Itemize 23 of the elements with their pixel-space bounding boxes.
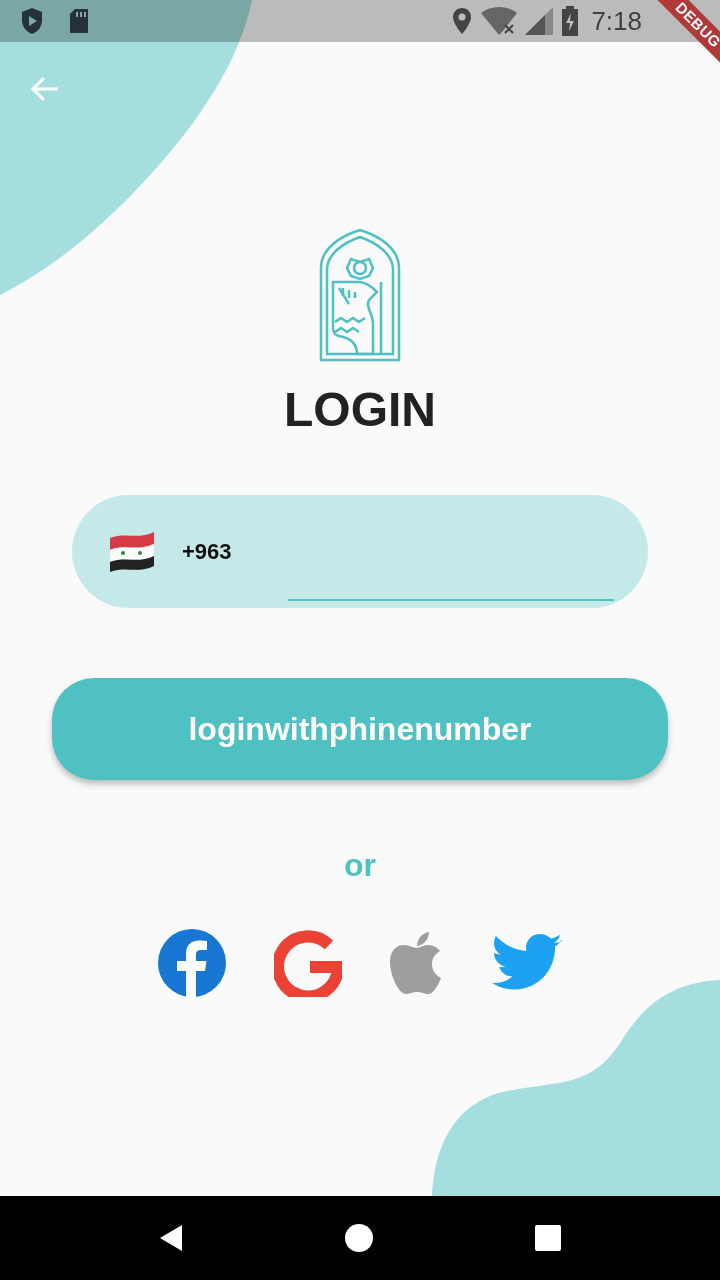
shield-icon — [20, 7, 44, 35]
battery-icon — [561, 6, 580, 36]
recents-nav-icon[interactable] — [534, 1224, 562, 1252]
google-login-button[interactable] — [274, 929, 342, 997]
flag-icon — [108, 530, 158, 573]
back-arrow-icon — [30, 76, 60, 102]
twitter-icon — [492, 934, 562, 992]
back-nav-icon[interactable] — [158, 1223, 184, 1253]
home-nav-icon[interactable] — [344, 1223, 374, 1253]
apple-icon — [390, 932, 444, 994]
google-icon — [274, 929, 342, 997]
facebook-login-button[interactable] — [158, 929, 226, 997]
facebook-icon — [158, 929, 226, 997]
twitter-login-button[interactable] — [492, 934, 562, 992]
wifi-off-icon — [481, 7, 518, 35]
sd-card-icon — [68, 8, 90, 34]
or-label: or — [344, 847, 376, 883]
country-code-button[interactable]: +963 — [108, 530, 232, 573]
status-time: 7:18 — [591, 8, 642, 34]
login-title: LOGIN — [284, 384, 436, 437]
apple-login-button[interactable] — [390, 932, 444, 994]
location-icon — [451, 7, 474, 35]
signal-icon — [525, 7, 554, 35]
